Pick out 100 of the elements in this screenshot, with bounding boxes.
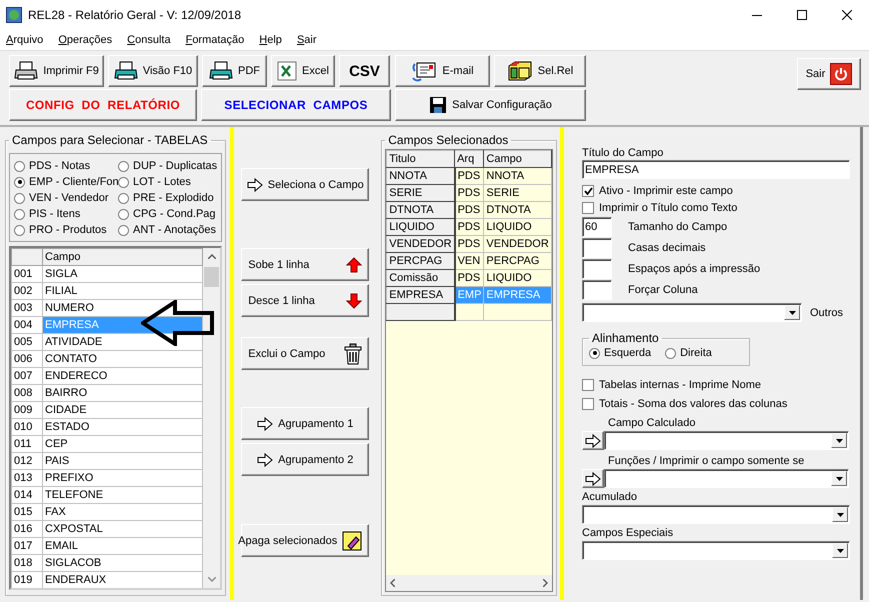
action-button[interactable]: Exclui o Campo (241, 337, 370, 370)
table-cell[interactable]: PDS (454, 168, 484, 184)
dropdown-button[interactable] (832, 543, 848, 558)
table-cell[interactable]: PAIS (42, 452, 202, 470)
table-cell[interactable]: SERIE (484, 184, 552, 202)
toolbar-button[interactable]: Imprimir F9 (9, 55, 104, 87)
number-input[interactable] (582, 238, 612, 258)
table-cell[interactable]: PDS (454, 218, 484, 236)
title-input[interactable]: EMPRESA (582, 160, 850, 179)
toolbar-button[interactable]: SELECIONAR CAMPOS (201, 89, 391, 121)
toolbar-button[interactable]: Excel (271, 55, 335, 87)
menu-item[interactable]: Consulta (127, 34, 171, 46)
table-cell[interactable]: PDS (454, 202, 484, 218)
radio-button[interactable] (118, 160, 129, 172)
table-option[interactable]: LOT - Lotes (118, 174, 221, 190)
radio-button[interactable] (589, 348, 600, 358)
dropdown-button[interactable] (784, 305, 800, 320)
alignment-option[interactable]: Direita (665, 345, 712, 361)
scroll-right-icon[interactable] (542, 579, 548, 587)
dropdown-field[interactable] (604, 431, 849, 450)
dropdown-button[interactable] (831, 433, 847, 448)
table-cell[interactable]: PDS (454, 184, 484, 202)
table-cell[interactable]: EMAIL (42, 538, 202, 554)
table-cell[interactable]: SIGLA (42, 266, 202, 282)
table-option[interactable]: PIS - Itens (14, 206, 118, 222)
toolbar-button[interactable]: Sel.Rel (494, 55, 586, 87)
action-button[interactable]: Desce 1 linha (241, 284, 370, 317)
toolbar-button[interactable]: E-mail (395, 55, 490, 87)
table-cell[interactable]: VENDEDOR (484, 236, 552, 252)
menu-item[interactable]: Arquivo (6, 34, 44, 46)
table-cell[interactable]: ATIVIDADE (42, 334, 202, 350)
number-input[interactable] (582, 258, 612, 278)
table-cell[interactable]: TELEFONE (42, 486, 202, 504)
radio-button[interactable] (14, 176, 25, 188)
radio-button[interactable] (14, 208, 25, 220)
radio-button[interactable] (118, 208, 129, 220)
checkbox[interactable] (582, 378, 594, 390)
scrollbar[interactable] (203, 248, 220, 588)
table-cell[interactable]: PERCPAG (484, 252, 552, 270)
table-option[interactable]: PRO - Produtos (14, 222, 118, 238)
table-cell[interactable]: ENDERECO (42, 368, 202, 384)
table-cell[interactable]: SIGLACOB (42, 554, 202, 572)
table-cell[interactable]: LIQUIDO (484, 218, 552, 236)
table-option[interactable]: VEN - Vendedor (14, 190, 118, 206)
menu-item[interactable]: Formatação (186, 34, 244, 46)
table-cell[interactable]: FILIAL (42, 282, 202, 300)
number-input[interactable] (582, 280, 612, 300)
table-option[interactable]: PDS - Notas (14, 158, 118, 174)
table-cell[interactable]: VEN (454, 252, 484, 270)
radio-button[interactable] (14, 224, 25, 236)
dropdown-button[interactable] (831, 471, 847, 486)
dropdown-field[interactable] (582, 505, 850, 524)
radio-button[interactable] (118, 176, 129, 188)
dropdown-button[interactable] (832, 507, 848, 522)
table-cell[interactable]: PREFIXO (42, 470, 202, 486)
toolbar-button[interactable]: Visão F10 (108, 55, 198, 87)
table-cell[interactable]: CONTATO (42, 350, 202, 368)
checkbox[interactable] (582, 398, 594, 410)
menu-item[interactable]: Help (259, 34, 282, 46)
table-cell[interactable]: PDS (454, 236, 484, 252)
radio-button[interactable] (118, 192, 129, 204)
table-option[interactable]: CPG - Cond.Pag (118, 206, 221, 222)
toolbar-button[interactable]: PDF (202, 55, 267, 87)
arrow-button[interactable] (582, 469, 604, 488)
table-cell[interactable]: CXPOSTAL (42, 520, 202, 538)
table-cell[interactable]: NNOTA (484, 168, 552, 184)
table-cell[interactable]: DTNOTA (484, 202, 552, 218)
dropdown-field[interactable] (582, 541, 850, 560)
table-cell[interactable]: CEP (42, 436, 202, 452)
radio-button[interactable] (665, 348, 676, 358)
table-option[interactable]: ANT - Anotações (118, 222, 221, 238)
action-button[interactable]: Sobe 1 linha (241, 248, 370, 281)
number-input[interactable]: 60 (582, 216, 612, 236)
toolbar-button[interactable]: CSV (339, 55, 390, 87)
arrow-button[interactable] (582, 431, 604, 450)
alignment-option[interactable]: Esquerda (589, 345, 652, 361)
table-option[interactable]: DUP - Duplicatas (118, 158, 221, 174)
dropdown-field[interactable] (604, 469, 849, 488)
menu-item[interactable]: Operações (58, 34, 112, 46)
table-cell[interactable]: CIDADE (42, 402, 202, 418)
scroll-up-icon[interactable] (208, 254, 216, 259)
scroll-thumb[interactable] (204, 267, 219, 287)
table-cell[interactable]: BAIRRO (42, 384, 202, 402)
exit-button[interactable]: Sair (797, 58, 861, 90)
table-cell[interactable]: ESTADO (42, 418, 202, 436)
checkbox[interactable] (582, 184, 594, 196)
radio-button[interactable] (14, 160, 25, 172)
dropdown-field[interactable] (582, 303, 802, 322)
action-button[interactable]: Agrupamento 1 (241, 407, 370, 440)
scroll-down-icon[interactable] (208, 577, 216, 582)
table-option[interactable]: EMP - Cliente/Fon (14, 174, 118, 190)
checkbox[interactable] (582, 202, 594, 214)
radio-button[interactable] (118, 224, 129, 236)
toolbar-button[interactable]: CONFIG DO RELATÓRIO (9, 89, 197, 121)
scroll-left-icon[interactable] (390, 579, 396, 587)
table-option[interactable]: PRE - Explodido (118, 190, 221, 206)
scrollbar[interactable] (386, 575, 552, 591)
toolbar-button[interactable]: Salvar Configuração (395, 89, 586, 121)
action-button[interactable]: Agrupamento 2 (241, 443, 370, 476)
action-button[interactable]: Seleciona o Campo (241, 168, 370, 201)
